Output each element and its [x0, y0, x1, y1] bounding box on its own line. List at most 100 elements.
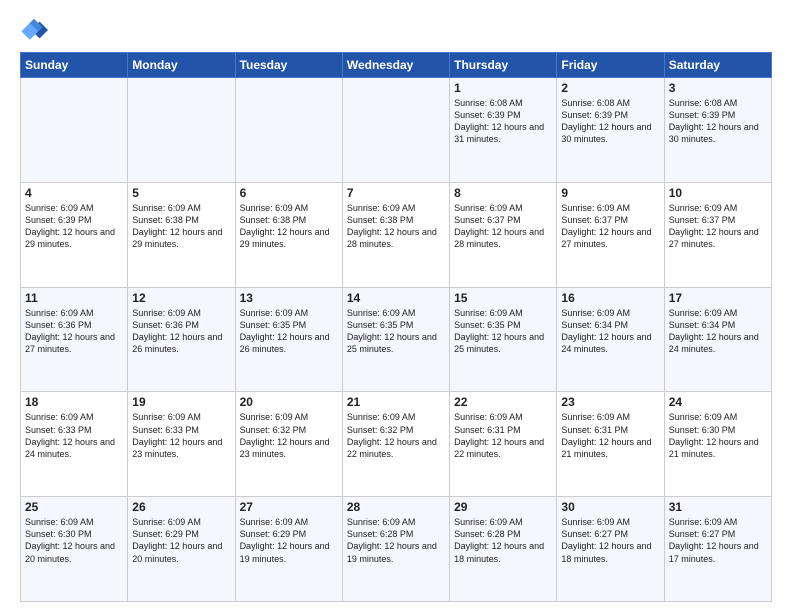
day-number: 30	[561, 500, 659, 514]
week-row-1: 4 Sunrise: 6:09 AM Sunset: 6:39 PM Daylig…	[21, 182, 772, 287]
day-info: Sunrise: 6:09 AM Sunset: 6:27 PM Dayligh…	[669, 516, 767, 565]
week-row-0: 1 Sunrise: 6:08 AM Sunset: 6:39 PM Daylig…	[21, 78, 772, 183]
day-cell: 6 Sunrise: 6:09 AM Sunset: 6:38 PM Daylig…	[235, 182, 342, 287]
week-row-3: 18 Sunrise: 6:09 AM Sunset: 6:33 PM Dayli…	[21, 392, 772, 497]
day-number: 28	[347, 500, 445, 514]
day-info: Sunrise: 6:09 AM Sunset: 6:36 PM Dayligh…	[25, 307, 123, 356]
day-number: 4	[25, 186, 123, 200]
day-cell: 16 Sunrise: 6:09 AM Sunset: 6:34 PM Dayli…	[557, 287, 664, 392]
day-info: Sunrise: 6:09 AM Sunset: 6:33 PM Dayligh…	[25, 411, 123, 460]
day-cell: 18 Sunrise: 6:09 AM Sunset: 6:33 PM Dayli…	[21, 392, 128, 497]
day-info: Sunrise: 6:09 AM Sunset: 6:37 PM Dayligh…	[454, 202, 552, 251]
day-info: Sunrise: 6:09 AM Sunset: 6:37 PM Dayligh…	[561, 202, 659, 251]
day-info: Sunrise: 6:09 AM Sunset: 6:32 PM Dayligh…	[240, 411, 338, 460]
day-cell: 4 Sunrise: 6:09 AM Sunset: 6:39 PM Daylig…	[21, 182, 128, 287]
header-cell-tuesday: Tuesday	[235, 53, 342, 78]
day-cell: 22 Sunrise: 6:09 AM Sunset: 6:31 PM Dayli…	[450, 392, 557, 497]
day-info: Sunrise: 6:09 AM Sunset: 6:30 PM Dayligh…	[25, 516, 123, 565]
header-cell-saturday: Saturday	[664, 53, 771, 78]
header-cell-thursday: Thursday	[450, 53, 557, 78]
day-number: 14	[347, 291, 445, 305]
day-info: Sunrise: 6:09 AM Sunset: 6:38 PM Dayligh…	[132, 202, 230, 251]
day-info: Sunrise: 6:09 AM Sunset: 6:29 PM Dayligh…	[132, 516, 230, 565]
logo-icon	[20, 16, 48, 44]
day-info: Sunrise: 6:09 AM Sunset: 6:37 PM Dayligh…	[669, 202, 767, 251]
day-cell: 24 Sunrise: 6:09 AM Sunset: 6:30 PM Dayli…	[664, 392, 771, 497]
day-cell: 1 Sunrise: 6:08 AM Sunset: 6:39 PM Daylig…	[450, 78, 557, 183]
day-number: 9	[561, 186, 659, 200]
day-info: Sunrise: 6:08 AM Sunset: 6:39 PM Dayligh…	[561, 97, 659, 146]
day-cell: 17 Sunrise: 6:09 AM Sunset: 6:34 PM Dayli…	[664, 287, 771, 392]
header-cell-friday: Friday	[557, 53, 664, 78]
day-number: 19	[132, 395, 230, 409]
day-info: Sunrise: 6:09 AM Sunset: 6:28 PM Dayligh…	[454, 516, 552, 565]
day-info: Sunrise: 6:09 AM Sunset: 6:35 PM Dayligh…	[240, 307, 338, 356]
day-info: Sunrise: 6:09 AM Sunset: 6:38 PM Dayligh…	[240, 202, 338, 251]
day-number: 21	[347, 395, 445, 409]
day-cell: 3Sunrise: 6:08 AM Sunset: 6:39 PM Daylig…	[664, 78, 771, 183]
day-cell: 28Sunrise: 6:09 AM Sunset: 6:28 PM Dayli…	[342, 497, 449, 602]
day-number: 25	[25, 500, 123, 514]
day-number: 17	[669, 291, 767, 305]
day-info: Sunrise: 6:08 AM Sunset: 6:39 PM Dayligh…	[454, 97, 552, 146]
day-cell: 29 Sunrise: 6:09 AM Sunset: 6:28 PM Dayli…	[450, 497, 557, 602]
day-cell	[235, 78, 342, 183]
day-number: 15	[454, 291, 552, 305]
day-number: 11	[25, 291, 123, 305]
day-number: 31	[669, 500, 767, 514]
day-number: 18	[25, 395, 123, 409]
day-info: Sunrise: 6:09 AM Sunset: 6:30 PM Dayligh…	[669, 411, 767, 460]
day-number: 6	[240, 186, 338, 200]
day-info: Sunrise: 6:09 AM Sunset: 6:34 PM Dayligh…	[669, 307, 767, 356]
page: SundayMondayTuesdayWednesdayThursdayFrid…	[0, 0, 792, 612]
day-info: Sunrise: 6:09 AM Sunset: 6:27 PM Dayligh…	[561, 516, 659, 565]
header-cell-monday: Monday	[128, 53, 235, 78]
day-info: Sunrise: 6:09 AM Sunset: 6:34 PM Dayligh…	[561, 307, 659, 356]
calendar-body: 1 Sunrise: 6:08 AM Sunset: 6:39 PM Daylig…	[21, 78, 772, 602]
day-cell	[342, 78, 449, 183]
day-cell	[128, 78, 235, 183]
day-cell: 19 Sunrise: 6:09 AM Sunset: 6:33 PM Dayli…	[128, 392, 235, 497]
day-cell: 15 Sunrise: 6:09 AM Sunset: 6:35 PM Dayli…	[450, 287, 557, 392]
day-number: 8	[454, 186, 552, 200]
logo	[20, 16, 52, 44]
day-cell: 10Sunrise: 6:09 AM Sunset: 6:37 PM Dayli…	[664, 182, 771, 287]
day-number: 12	[132, 291, 230, 305]
day-number: 5	[132, 186, 230, 200]
day-number: 20	[240, 395, 338, 409]
day-number: 23	[561, 395, 659, 409]
day-cell: 23 Sunrise: 6:09 AM Sunset: 6:31 PM Dayli…	[557, 392, 664, 497]
day-cell: 26Sunrise: 6:09 AM Sunset: 6:29 PM Dayli…	[128, 497, 235, 602]
day-cell: 7Sunrise: 6:09 AM Sunset: 6:38 PM Daylig…	[342, 182, 449, 287]
week-row-4: 25 Sunrise: 6:09 AM Sunset: 6:30 PM Dayli…	[21, 497, 772, 602]
day-cell: 20 Sunrise: 6:09 AM Sunset: 6:32 PM Dayli…	[235, 392, 342, 497]
day-cell: 2Sunrise: 6:08 AM Sunset: 6:39 PM Daylig…	[557, 78, 664, 183]
day-cell: 11 Sunrise: 6:09 AM Sunset: 6:36 PM Dayli…	[21, 287, 128, 392]
day-cell: 5 Sunrise: 6:09 AM Sunset: 6:38 PM Daylig…	[128, 182, 235, 287]
day-cell: 27Sunrise: 6:09 AM Sunset: 6:29 PM Dayli…	[235, 497, 342, 602]
header-cell-wednesday: Wednesday	[342, 53, 449, 78]
calendar-table: SundayMondayTuesdayWednesdayThursdayFrid…	[20, 52, 772, 602]
day-info: Sunrise: 6:09 AM Sunset: 6:35 PM Dayligh…	[454, 307, 552, 356]
week-row-2: 11 Sunrise: 6:09 AM Sunset: 6:36 PM Dayli…	[21, 287, 772, 392]
day-cell: 31 Sunrise: 6:09 AM Sunset: 6:27 PM Dayli…	[664, 497, 771, 602]
day-number: 16	[561, 291, 659, 305]
day-number: 13	[240, 291, 338, 305]
day-info: Sunrise: 6:09 AM Sunset: 6:31 PM Dayligh…	[561, 411, 659, 460]
day-info: Sunrise: 6:09 AM Sunset: 6:33 PM Dayligh…	[132, 411, 230, 460]
day-number: 22	[454, 395, 552, 409]
day-info: Sunrise: 6:09 AM Sunset: 6:32 PM Dayligh…	[347, 411, 445, 460]
header-cell-sunday: Sunday	[21, 53, 128, 78]
day-number: 24	[669, 395, 767, 409]
day-info: Sunrise: 6:09 AM Sunset: 6:39 PM Dayligh…	[25, 202, 123, 251]
day-cell: 25 Sunrise: 6:09 AM Sunset: 6:30 PM Dayli…	[21, 497, 128, 602]
day-info: Sunrise: 6:09 AM Sunset: 6:31 PM Dayligh…	[454, 411, 552, 460]
day-cell: 13 Sunrise: 6:09 AM Sunset: 6:35 PM Dayli…	[235, 287, 342, 392]
day-cell: 14Sunrise: 6:09 AM Sunset: 6:35 PM Dayli…	[342, 287, 449, 392]
day-number: 7	[347, 186, 445, 200]
day-number: 29	[454, 500, 552, 514]
day-cell: 9 Sunrise: 6:09 AM Sunset: 6:37 PM Daylig…	[557, 182, 664, 287]
day-info: Sunrise: 6:09 AM Sunset: 6:29 PM Dayligh…	[240, 516, 338, 565]
day-number: 1	[454, 81, 552, 95]
calendar-header: SundayMondayTuesdayWednesdayThursdayFrid…	[21, 53, 772, 78]
